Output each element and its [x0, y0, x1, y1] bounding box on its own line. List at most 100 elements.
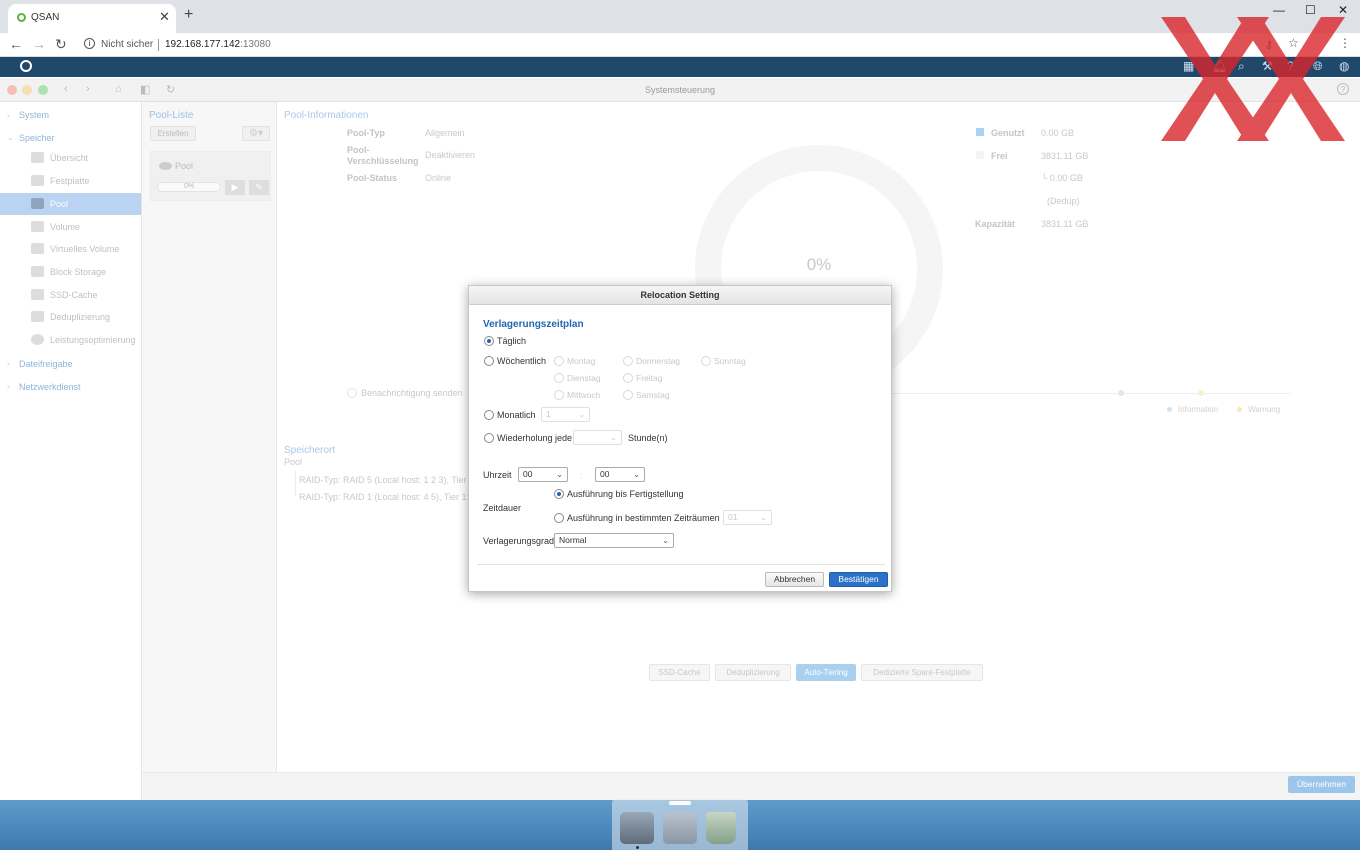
close-window-icon[interactable]: ✕ — [1338, 3, 1348, 17]
bookmark-star-icon[interactable]: ☆ — [1288, 36, 1299, 50]
confirm-button[interactable]: Bestätigen — [829, 572, 888, 587]
weekly-label: Wöchentlich — [497, 356, 547, 366]
help-icon[interactable]: ? — [1287, 59, 1294, 73]
thursday-checkbox[interactable] — [623, 356, 633, 366]
browser-tab[interactable]: QSAN ✕ — [8, 4, 176, 33]
period-select[interactable]: 01 ⌄ — [723, 510, 772, 525]
minimize-icon[interactable]: — — [1273, 3, 1285, 17]
dock-handle[interactable] — [669, 801, 691, 805]
spare-disk-button[interactable]: Dedizierte Spare-Festplatte — [861, 664, 983, 681]
reload-icon[interactable]: ↻ — [55, 36, 67, 53]
sidebar-item-label: Leistungsoptimierung — [50, 335, 136, 345]
forward-icon[interactable]: → — [32, 36, 46, 52]
saturday-checkbox[interactable] — [623, 390, 633, 400]
tuesday-label: Dienstag — [567, 373, 601, 383]
minute-select[interactable]: 00 ⌄ — [595, 467, 645, 482]
notification-bell-icon[interactable]: 🔔︎ — [1212, 59, 1227, 73]
expand-arrow-icon[interactable]: › — [7, 111, 10, 120]
disk-icon — [31, 175, 44, 186]
pool-encryption-label: Pool-Verschlüsselung — [347, 145, 419, 166]
sidebar-item-ssd-cache[interactable]: SSD-Cache — [0, 284, 141, 306]
friday-checkbox[interactable] — [623, 373, 633, 383]
degree-select[interactable]: Normal ⌄ — [554, 533, 674, 548]
collapse-arrow-icon[interactable]: ⌄ — [7, 133, 14, 142]
info-icon[interactable]: i — [84, 38, 95, 49]
user-icon[interactable]: ◍ — [1339, 59, 1349, 73]
dialog-divider — [477, 564, 885, 565]
block-storage-icon — [31, 266, 44, 277]
recycle-bin-dock-icon[interactable] — [706, 812, 736, 844]
monthly-radio[interactable] — [484, 410, 494, 420]
sunday-checkbox[interactable] — [701, 356, 711, 366]
pool-encryption-value: Deaktivieren — [425, 150, 476, 160]
address-divider — [158, 39, 159, 51]
run-in-period-radio[interactable] — [554, 513, 564, 523]
back-icon[interactable]: ← — [9, 36, 23, 52]
sidebar-item-label: SSD-Cache — [50, 290, 98, 300]
sidebar-item-block-storage[interactable]: Block Storage — [0, 261, 141, 283]
sidebar-category-network[interactable]: Netzwerkdienst — [19, 382, 81, 392]
close-tab-icon[interactable]: ✕ — [159, 9, 170, 25]
tools-icon[interactable]: ⚒ — [1262, 59, 1273, 73]
app-grid-dock-icon[interactable] — [663, 812, 697, 844]
degree-value: Normal — [559, 535, 587, 545]
sidebar-category-system[interactable]: System — [19, 110, 49, 120]
window-help-icon[interactable]: ? — [1337, 83, 1349, 95]
volume-icon — [31, 221, 44, 232]
cancel-button[interactable]: Abbrechen — [765, 572, 824, 587]
sunday-label: Sonntag — [714, 356, 746, 366]
location-pool: Pool — [284, 457, 303, 467]
monday-checkbox[interactable] — [554, 356, 564, 366]
pool-card[interactable]: Pool 0% ▶ ✎ — [150, 151, 271, 201]
dock — [612, 799, 748, 850]
auto-tiering-button[interactable]: Auto-Tiering — [796, 664, 856, 681]
sidebar-category-file-sharing[interactable]: Dateifreigabe — [19, 359, 73, 369]
create-pool-button[interactable]: Erstellen — [150, 126, 196, 141]
info-legend-dot — [1167, 407, 1172, 412]
repeat-hours-select[interactable]: ⌄ — [573, 430, 622, 445]
gear-icon[interactable]: ⚙▾ — [242, 126, 270, 141]
dialog-title: Relocation Setting — [469, 286, 891, 305]
repeat-radio[interactable] — [484, 433, 494, 443]
wednesday-checkbox[interactable] — [554, 390, 564, 400]
expand-arrow-icon[interactable]: › — [7, 359, 10, 368]
bottom-action-strip — [142, 772, 1360, 800]
menu-dots-icon[interactable]: ⋮ — [1339, 36, 1351, 50]
weekly-radio[interactable] — [484, 356, 494, 366]
address-bar[interactable]: i Nicht sicher 192.168.177.142:13080 — [80, 35, 1240, 55]
sidebar-item-volume[interactable]: Volume — [0, 216, 141, 238]
url-port: :13080 — [240, 39, 271, 50]
new-tab-icon[interactable]: + — [184, 6, 193, 24]
hour-select[interactable]: 00 ⌄ — [518, 467, 568, 482]
expand-arrow-icon[interactable]: › — [7, 382, 10, 391]
key-icon[interactable]: ⚷ — [1265, 38, 1273, 51]
sidebar-item-overview[interactable]: Übersicht — [0, 147, 141, 169]
saturday-label: Samstag — [636, 390, 670, 400]
qsan-logo-icon[interactable] — [20, 60, 32, 72]
sidebar-category-storage[interactable]: Speicher — [19, 133, 55, 143]
pool-type-label: Pool-Typ — [347, 128, 385, 138]
search-icon[interactable]: ⌕ — [1238, 59, 1245, 74]
run-to-completion-radio[interactable] — [554, 489, 564, 499]
sidebar-item-dedup[interactable]: Deduplizierung — [0, 306, 141, 328]
edit-pencil-icon[interactable]: ✎ — [249, 180, 269, 195]
monthly-day-select[interactable]: 1 ⌄ — [541, 407, 590, 422]
daily-radio[interactable] — [484, 336, 494, 346]
sidebar-item-performance[interactable]: Leistungsoptimierung — [0, 329, 141, 351]
globe-icon[interactable]: 🌐︎ — [1313, 59, 1323, 74]
sidebar-item-pool[interactable]: Pool — [0, 193, 141, 215]
dedup-button[interactable]: Deduplizierung — [715, 664, 791, 681]
ssd-cache-button[interactable]: SSD-Cache — [649, 664, 710, 681]
apps-icon[interactable]: ▦ — [1183, 59, 1194, 73]
warning-legend-label: Warnung — [1248, 405, 1281, 414]
used-label: Genutzt — [991, 128, 1025, 138]
browser-tab-bar: QSAN ✕ + — ☐ ✕ — [0, 0, 1360, 33]
notify-checkbox[interactable] — [347, 388, 357, 398]
play-icon[interactable]: ▶ — [225, 180, 245, 195]
apply-button[interactable]: Übernehmen — [1288, 776, 1355, 793]
sidebar-item-disk[interactable]: Festplatte — [0, 170, 141, 192]
maximize-icon[interactable]: ☐ — [1305, 3, 1316, 17]
sidebar-item-virtual-volume[interactable]: Virtuelles Volume — [0, 238, 141, 260]
tuesday-checkbox[interactable] — [554, 373, 564, 383]
control-panel-dock-icon[interactable] — [620, 812, 654, 844]
